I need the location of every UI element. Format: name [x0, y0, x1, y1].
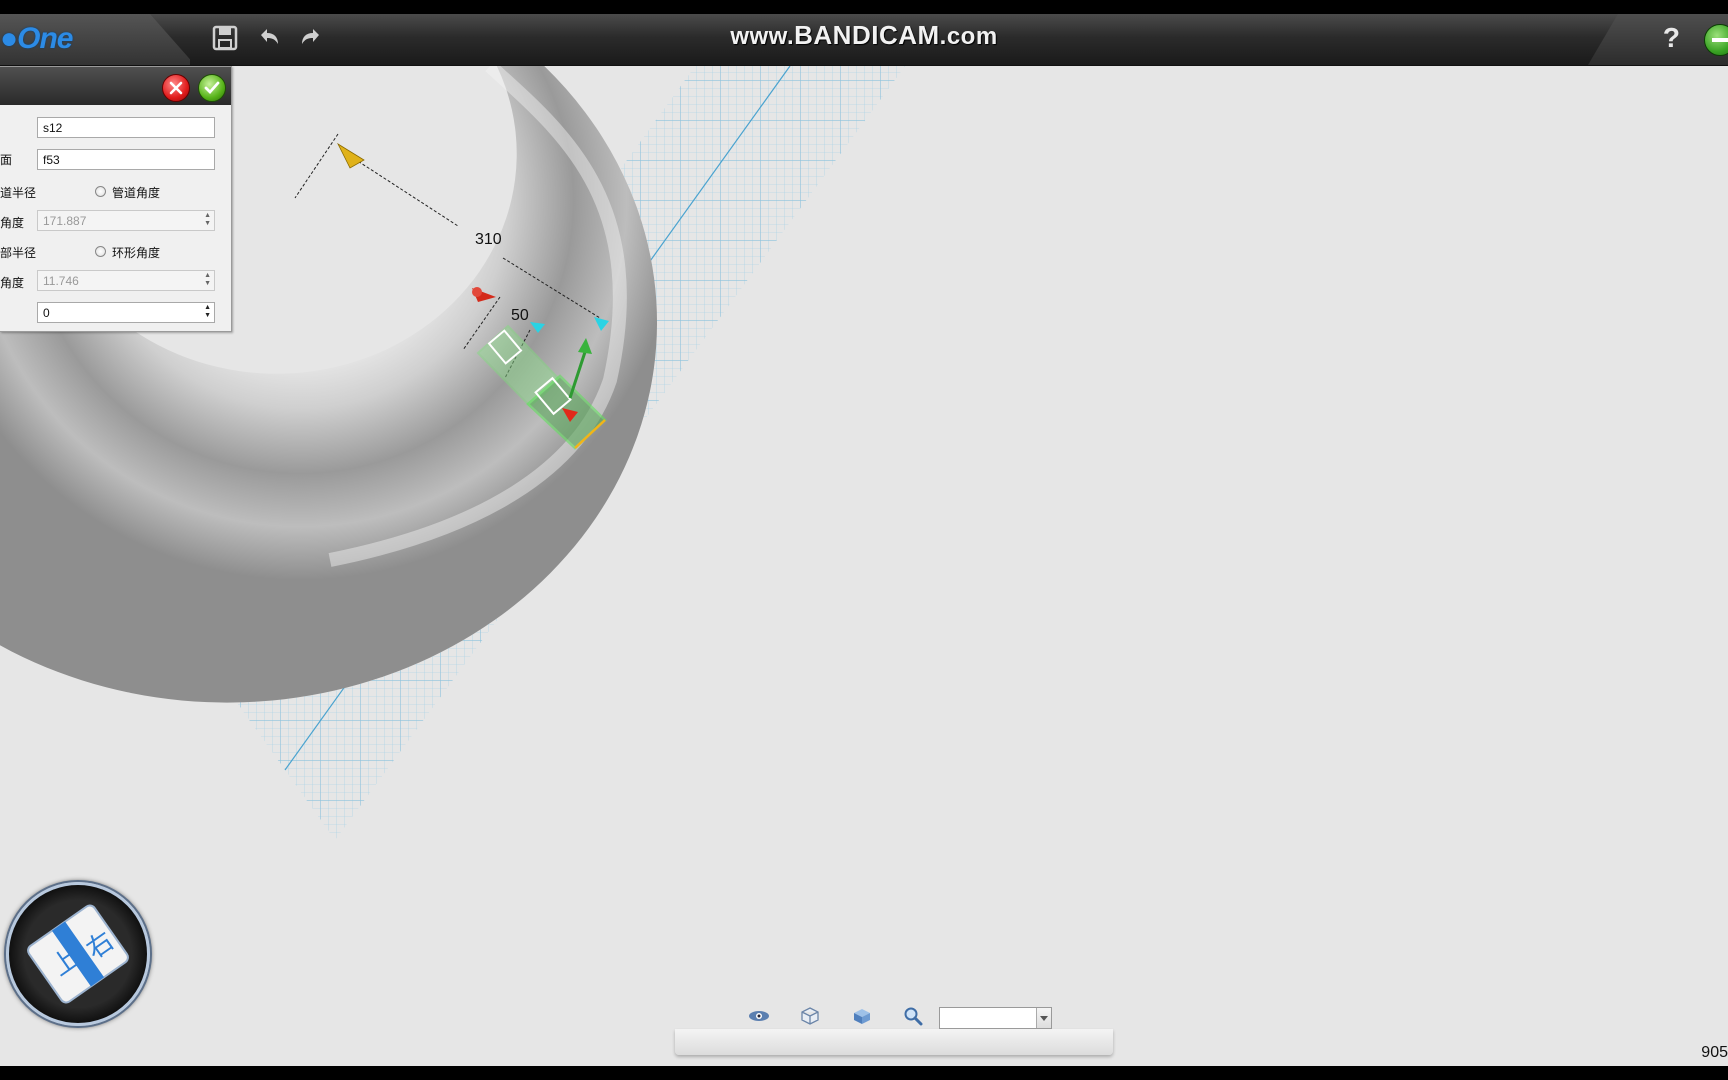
- offset-field[interactable]: 0 ▲ ▼: [37, 302, 215, 323]
- radio-pipe-angle[interactable]: [95, 186, 106, 197]
- watermark-prefix: www.: [730, 23, 795, 50]
- bottom-toolbar-shelf: [675, 1029, 1113, 1055]
- chevron-down-icon[interactable]: [1036, 1008, 1051, 1028]
- angle2-label: 角度: [0, 276, 25, 290]
- offset-value: 0: [43, 306, 50, 320]
- confirm-button[interactable]: [198, 74, 226, 102]
- view-cube[interactable]: 上 右: [6, 882, 150, 1026]
- dimension-label-50: 50: [511, 307, 529, 324]
- help-button[interactable]: ?: [1663, 22, 1680, 54]
- angle2-value: 11.746: [43, 274, 79, 288]
- panel-header: [0, 67, 231, 105]
- minimize-button[interactable]: [1704, 24, 1728, 56]
- watermark-suffix: .com: [939, 23, 998, 50]
- yellow-arrow-handle[interactable]: [337, 142, 365, 169]
- property-panel: s12 面 f53 道半径 管道角度 角度 171.887 ▲ ▼ 部半径 环形角…: [0, 66, 232, 332]
- watermark-main: BANDICAM: [794, 20, 940, 50]
- radio-pipe-angle-label: 管道角度: [112, 186, 161, 200]
- radio-pipe-radius-label: 道半径: [0, 186, 37, 200]
- cancel-button[interactable]: [162, 74, 190, 102]
- angle2-spinner: ▲ ▼: [204, 272, 211, 287]
- zoom-level-select[interactable]: [939, 1007, 1052, 1029]
- title-bar: ●One www.BANDICAM.com ?: [0, 14, 1728, 66]
- view-cube-graphic[interactable]: 上 右: [9, 885, 147, 1023]
- angle2-field: 11.746 ▲ ▼: [37, 270, 215, 291]
- scene-canvas[interactable]: 310 50: [0, 66, 1728, 1066]
- offset-spinner[interactable]: ▲ ▼: [204, 304, 211, 320]
- zoom-icon[interactable]: [900, 1005, 926, 1027]
- 3d-viewport[interactable]: 310 50: [0, 66, 1728, 1066]
- face-label: 面: [0, 153, 13, 167]
- radio-ring-angle[interactable]: [95, 246, 106, 257]
- status-number: 905: [1701, 1044, 1728, 1061]
- face-field[interactable]: f53: [37, 149, 215, 170]
- close-icon: [169, 81, 183, 95]
- letterbox-top: [0, 0, 1728, 14]
- solid-cube-icon[interactable]: [849, 1005, 875, 1027]
- recording-watermark: www.BANDICAM.com: [0, 20, 1728, 51]
- angle1-field: 171.887 ▲ ▼: [37, 210, 215, 231]
- radio-ring-radius-label: 部半径: [0, 246, 37, 260]
- face-select-field[interactable]: s12: [37, 117, 215, 138]
- eye-icon[interactable]: [746, 1005, 772, 1027]
- angle1-spinner: ▲ ▼: [204, 212, 211, 227]
- angle1-value: 171.887: [43, 214, 87, 228]
- angle1-label: 角度: [0, 216, 25, 230]
- dimension-label-310: 310: [475, 231, 502, 248]
- letterbox-bottom: [0, 1066, 1728, 1080]
- radio-ring-angle-label: 环形角度: [112, 246, 161, 260]
- checkmark-icon: [204, 81, 220, 95]
- wireframe-cube-icon[interactable]: [797, 1005, 823, 1027]
